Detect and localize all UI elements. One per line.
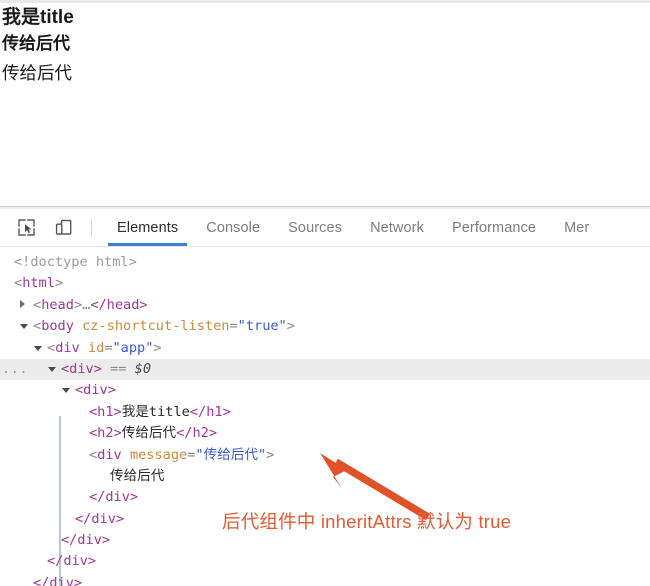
- head-toggle[interactable]: [20, 295, 33, 316]
- close-tag-4: </div>: [33, 575, 82, 586]
- tab-elements[interactable]: Elements: [103, 209, 192, 246]
- dom-row-h1[interactable]: <h1>我是title</h1>: [0, 402, 650, 423]
- inspect-element-icon[interactable]: [12, 214, 40, 242]
- head-close: </head>: [90, 297, 147, 313]
- dom-row-h2[interactable]: <h2>传给后代</h2>: [0, 423, 650, 444]
- body-toggle[interactable]: [20, 316, 33, 337]
- app-gt: >: [153, 340, 161, 356]
- doctype-text: <!doctype html>: [14, 254, 137, 270]
- dom-row-message-div[interactable]: <div message="传给后代">: [0, 445, 650, 466]
- tab-console-label: Console: [206, 220, 260, 236]
- devtools-tab-strip: Elements Console Sources Network Perform…: [103, 209, 603, 246]
- message-text-node: 传给后代: [110, 468, 164, 484]
- dom-row-head[interactable]: <head>…</head>: [0, 295, 650, 316]
- head-gt: >: [74, 297, 82, 313]
- body-attr-value: "true": [238, 318, 287, 334]
- tab-memory[interactable]: Mer: [550, 209, 603, 246]
- dom-row-inner-div[interactable]: <div>: [0, 380, 650, 401]
- body-gt: >: [287, 318, 295, 334]
- dom-row-doctype[interactable]: <!doctype html>: [0, 252, 650, 273]
- selected-div-eq: ==: [110, 361, 126, 377]
- chevron-down-icon: [62, 388, 70, 393]
- div-app-toggle[interactable]: [34, 338, 47, 359]
- selected-div-toggle[interactable]: [48, 359, 61, 380]
- close-tag-3: </div>: [47, 553, 96, 569]
- message-gt: >: [266, 447, 274, 463]
- rendered-page-viewport: 我是title 传给后代 传给后代: [0, 3, 650, 206]
- h2-close-tag: </h2>: [176, 425, 217, 441]
- body-attr-name: cz-shortcut-listen: [82, 318, 229, 334]
- selected-div-tag: <div>: [61, 361, 102, 377]
- page-heading-1: 我是title: [2, 7, 74, 29]
- h2-open-tag: <h2>: [89, 425, 122, 441]
- app-lt: <: [47, 340, 55, 356]
- tab-network-label: Network: [370, 220, 424, 236]
- dom-row-message-text[interactable]: 传给后代: [0, 466, 650, 487]
- inner-div-tag: <div>: [75, 382, 116, 398]
- chevron-down-icon: [48, 367, 56, 372]
- dom-row-html[interactable]: <html>: [0, 273, 650, 294]
- html-gt: >: [55, 275, 63, 291]
- message-attr-value: "传给后代": [195, 447, 266, 463]
- selected-div-dollar0: $0: [135, 361, 151, 377]
- app-attr-value: "app": [113, 340, 154, 356]
- dom-row-close-4[interactable]: </div>: [0, 573, 650, 586]
- annotation-label: 后代组件中 inheritAttrs 默认为 true: [222, 508, 511, 534]
- device-toolbar-icon[interactable]: [49, 214, 77, 242]
- close-tag-2: </div>: [61, 532, 110, 548]
- body-eq: =: [229, 318, 237, 334]
- devtools-toolbar: Elements Console Sources Network Perform…: [0, 209, 650, 247]
- dom-row-div-app[interactable]: <div id="app">: [0, 338, 650, 359]
- close-tag-1: </div>: [75, 511, 124, 527]
- tab-memory-label: Mer: [564, 220, 589, 236]
- tab-network[interactable]: Network: [356, 209, 438, 246]
- dom-row-body[interactable]: <body cz-shortcut-listen="true">: [0, 316, 650, 337]
- tab-sources-label: Sources: [288, 220, 342, 236]
- tab-sources[interactable]: Sources: [274, 209, 356, 246]
- app-attr-name: id: [88, 340, 104, 356]
- dom-tree[interactable]: <!doctype html> <html> <head>…</head> <b…: [0, 247, 650, 586]
- h1-close-tag: </h1>: [190, 404, 231, 420]
- html-tag: html: [22, 275, 55, 291]
- head-lt: <: [33, 297, 41, 313]
- chevron-down-icon: [20, 324, 28, 329]
- tab-console[interactable]: Console: [192, 209, 274, 246]
- chevron-right-icon: [20, 300, 25, 308]
- toolbar-separator: [91, 219, 92, 237]
- dom-row-selected-div[interactable]: ... <div> == $0: [0, 359, 650, 380]
- message-attr-name: message: [130, 447, 187, 463]
- chevron-down-icon: [34, 346, 42, 351]
- message-lt: <: [89, 447, 97, 463]
- head-tag: head: [41, 297, 74, 313]
- dom-breadcrumb-ellipsis[interactable]: ...: [2, 359, 28, 380]
- inner-div-toggle[interactable]: [62, 380, 75, 401]
- message-close-tag: </div>: [89, 489, 138, 505]
- dom-row-message-close[interactable]: </div>: [0, 487, 650, 508]
- dom-row-close-3[interactable]: </div>: [0, 551, 650, 572]
- app-tag: div: [55, 340, 80, 356]
- tab-performance-label: Performance: [452, 220, 536, 236]
- html-lt: <: [14, 275, 22, 291]
- page-div-text: 传给后代: [2, 62, 72, 84]
- tab-performance[interactable]: Performance: [438, 209, 550, 246]
- message-tag: div: [97, 447, 122, 463]
- h2-text-node: 传给后代: [122, 425, 176, 441]
- h1-text-node: 我是title: [122, 404, 190, 420]
- body-lt: <: [33, 318, 41, 334]
- page-heading-2: 传给后代: [2, 33, 70, 55]
- tab-elements-label: Elements: [117, 220, 178, 236]
- app-eq: =: [104, 340, 112, 356]
- body-tag: body: [41, 318, 74, 334]
- h1-open-tag: <h1>: [89, 404, 122, 420]
